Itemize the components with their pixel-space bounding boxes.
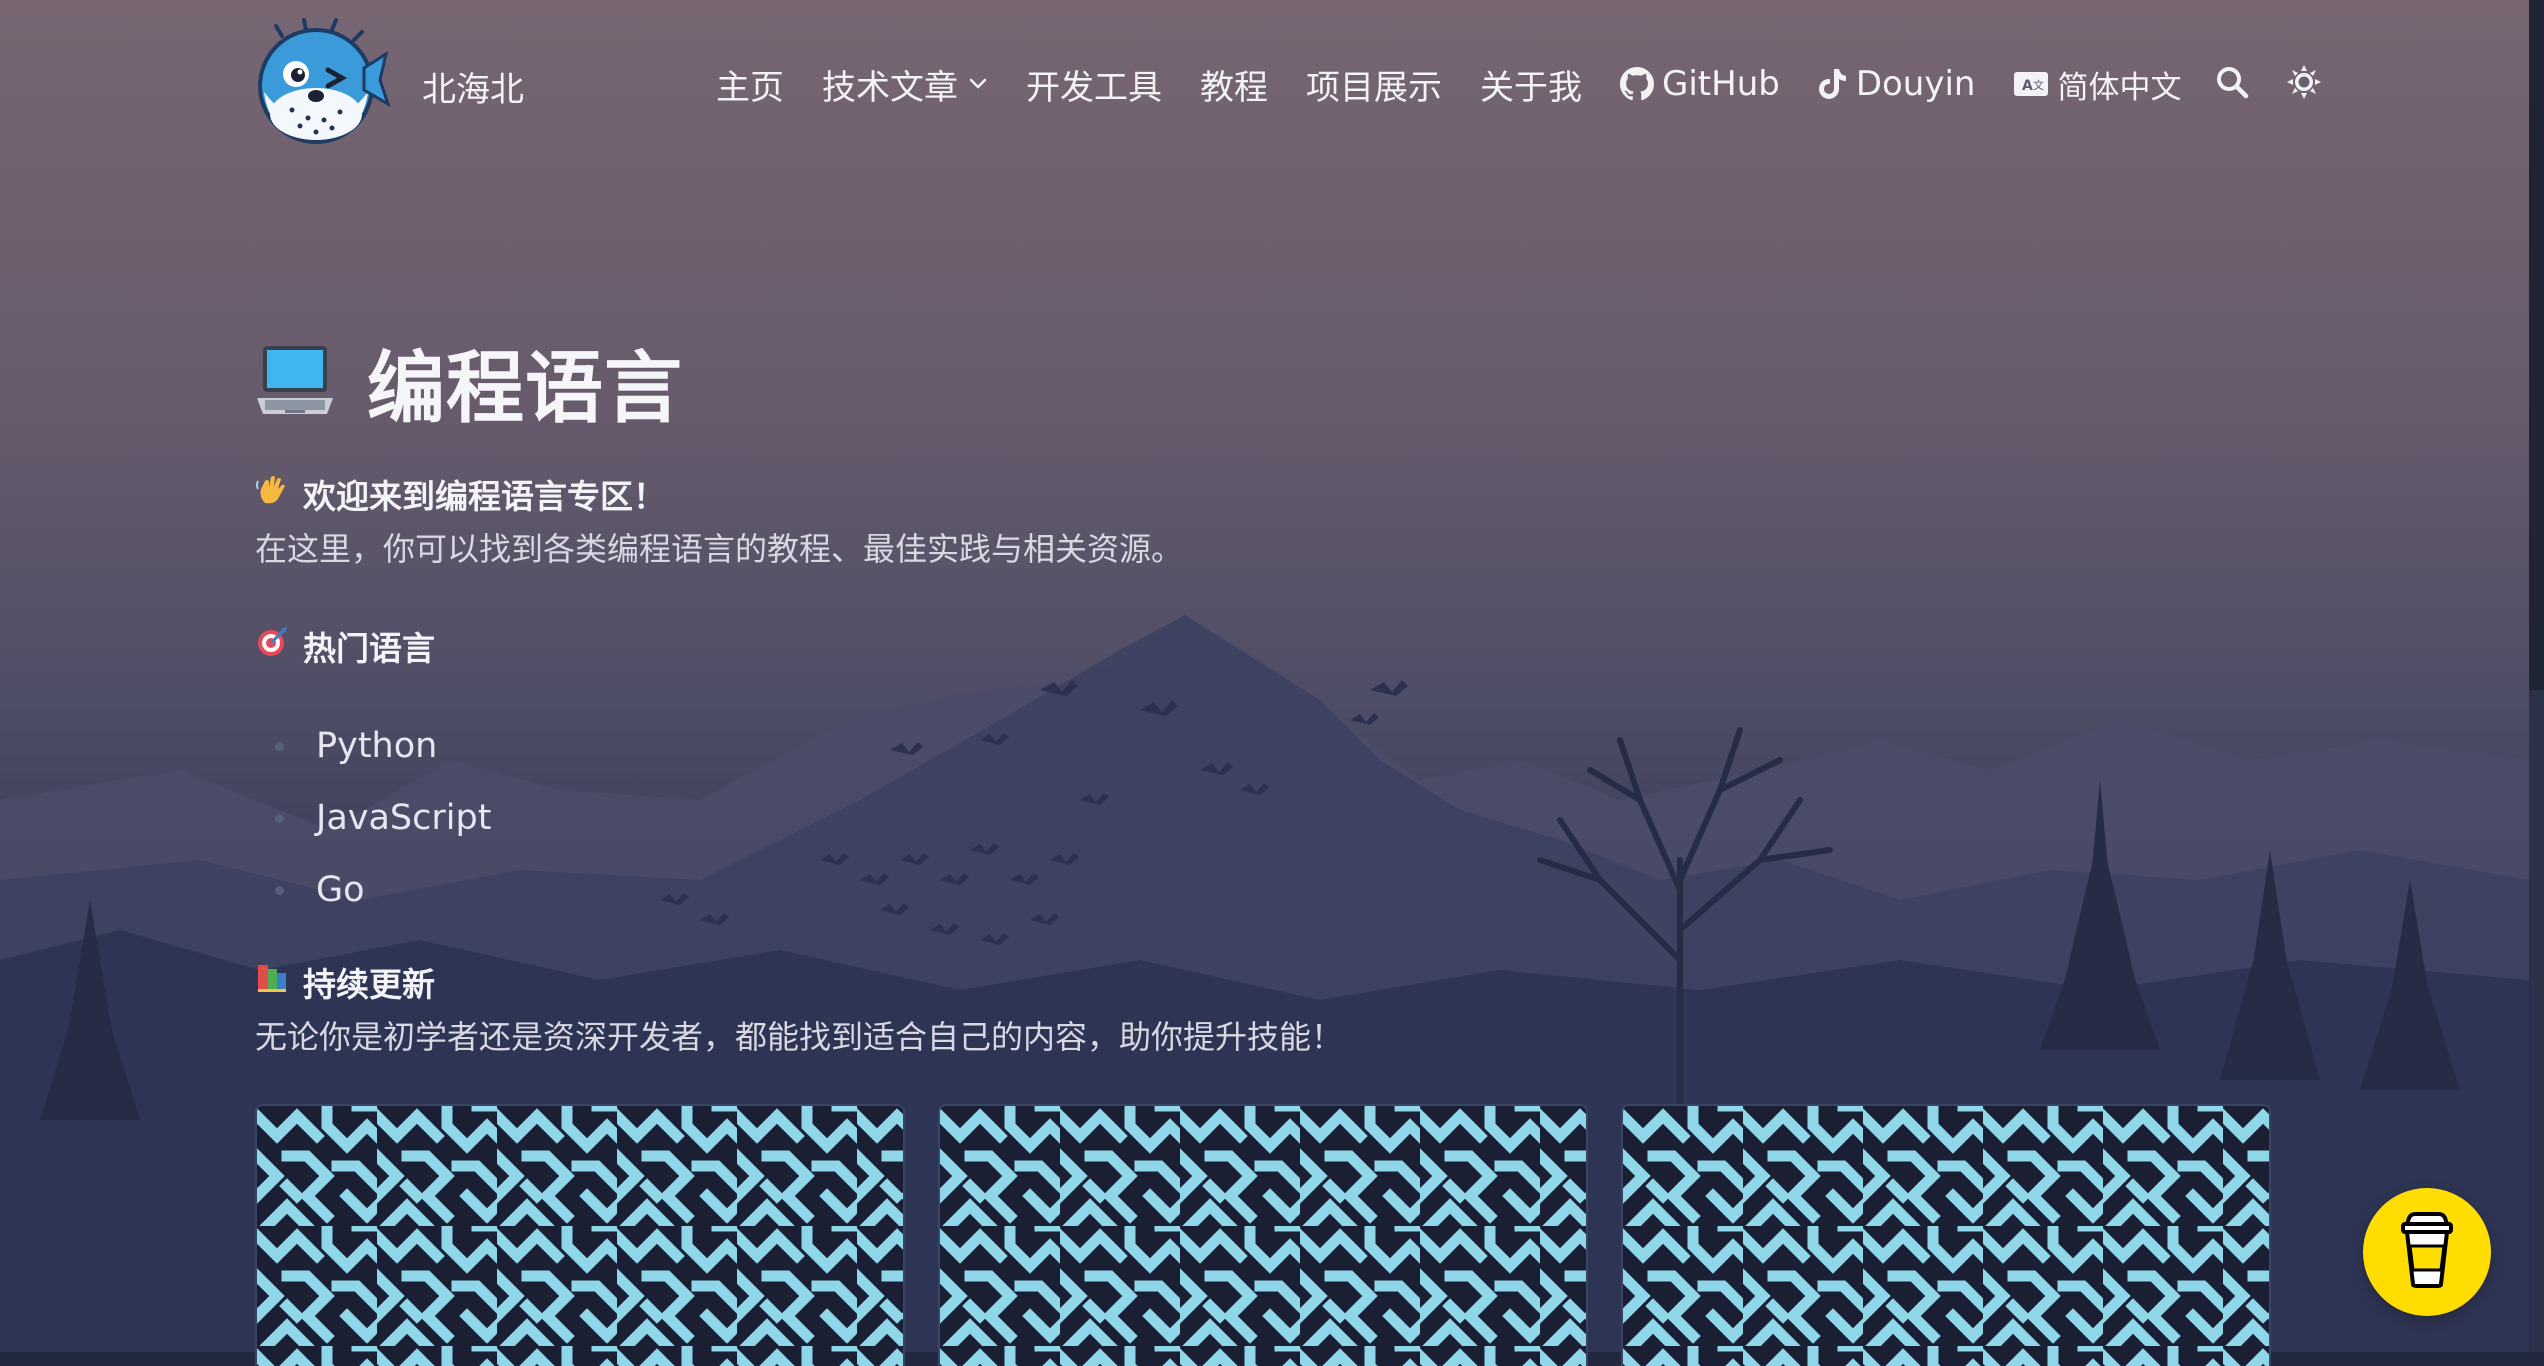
buy-me-a-coffee-button[interactable] [2363, 1188, 2491, 1316]
theme-toggle-button[interactable] [2287, 65, 2322, 103]
laptop-emoji [255, 342, 335, 422]
list-bullet [275, 741, 284, 751]
main-navigation: 主页 技术文章 开发工具 教程 项目展示 关于我 GitHub Douyin A… [716, 58, 2359, 110]
nav-github[interactable]: GitHub [1620, 64, 1780, 104]
search-button[interactable] [2215, 65, 2249, 103]
page-title: 编程语言 [255, 326, 683, 438]
nav-articles-label: 技术文章 [822, 67, 958, 108]
list-item-text: JavaScript [316, 798, 492, 838]
article-card-3[interactable] [1621, 1104, 2271, 1366]
updates-heading-text: 持续更新 [303, 965, 435, 1004]
article-card-2[interactable] [938, 1104, 1588, 1366]
waving-hand-emoji [255, 473, 289, 515]
site-name[interactable]: 北海北 [422, 62, 524, 111]
search-icon [2215, 65, 2249, 103]
github-icon [1620, 67, 1654, 101]
svg-text:文: 文 [2033, 78, 2044, 92]
nav-language[interactable]: A文 简体中文 [2013, 62, 2181, 107]
popular-heading: 热门语言 [255, 622, 435, 670]
tiktok-icon [1818, 67, 1848, 101]
updates-paragraph: 无论你是初学者还是资深开发者，都能找到适合自己的内容，助你提升技能！ [255, 1018, 1344, 1056]
site-header: 北海北 主页 技术文章 开发工具 教程 项目展示 关于我 GitHub Douy… [0, 0, 2529, 170]
nav-home[interactable]: 主页 [716, 60, 784, 109]
article-card-1[interactable] [255, 1104, 905, 1366]
welcome-heading: 欢迎来到编程语言专区！ [255, 470, 666, 518]
nav-douyin-label: Douyin [1855, 64, 1976, 104]
svg-text:A: A [2022, 78, 2033, 94]
translate-icon: A文 [2013, 71, 2049, 97]
popular-languages-list: Python JavaScript Go [275, 710, 491, 926]
nav-articles[interactable]: 技术文章 [822, 60, 988, 109]
page-title-text: 编程语言 [367, 344, 684, 434]
list-item: Python [275, 710, 491, 782]
card-cover-pattern [1623, 1106, 2269, 1366]
popular-heading-text: 热门语言 [303, 629, 435, 668]
site-logo[interactable] [252, 18, 392, 148]
scrollbar-thumb[interactable] [2529, 690, 2544, 1352]
nav-language-label: 简体中文 [2057, 69, 2182, 106]
nav-douyin[interactable]: Douyin [1818, 64, 1976, 104]
direct-hit-emoji [255, 625, 289, 667]
welcome-paragraph: 在这里，你可以找到各类编程语言的教程、最佳实践与相关资源。 [255, 530, 1184, 568]
list-item-text: Python [316, 726, 438, 766]
updates-heading: 持续更新 [255, 958, 435, 1006]
sun-icon [2287, 65, 2322, 103]
list-item-text: Go [316, 870, 365, 910]
card-cover-pattern [257, 1106, 903, 1366]
nav-about[interactable]: 关于我 [1480, 60, 1582, 109]
welcome-heading-text: 欢迎来到编程语言专区！ [303, 477, 666, 516]
nav-github-label: GitHub [1662, 64, 1780, 104]
nav-devtools[interactable]: 开发工具 [1026, 60, 1162, 109]
nav-projects[interactable]: 项目展示 [1306, 60, 1442, 109]
chevron-down-icon [968, 77, 988, 91]
nav-tutorials[interactable]: 教程 [1200, 60, 1268, 109]
coffee-cup-icon [2395, 1210, 2459, 1294]
list-bullet [275, 813, 284, 823]
card-cover-pattern [940, 1106, 1586, 1366]
list-item: Go [275, 854, 491, 926]
list-bullet [275, 885, 284, 895]
books-emoji [255, 961, 289, 1003]
list-item: JavaScript [275, 782, 491, 854]
